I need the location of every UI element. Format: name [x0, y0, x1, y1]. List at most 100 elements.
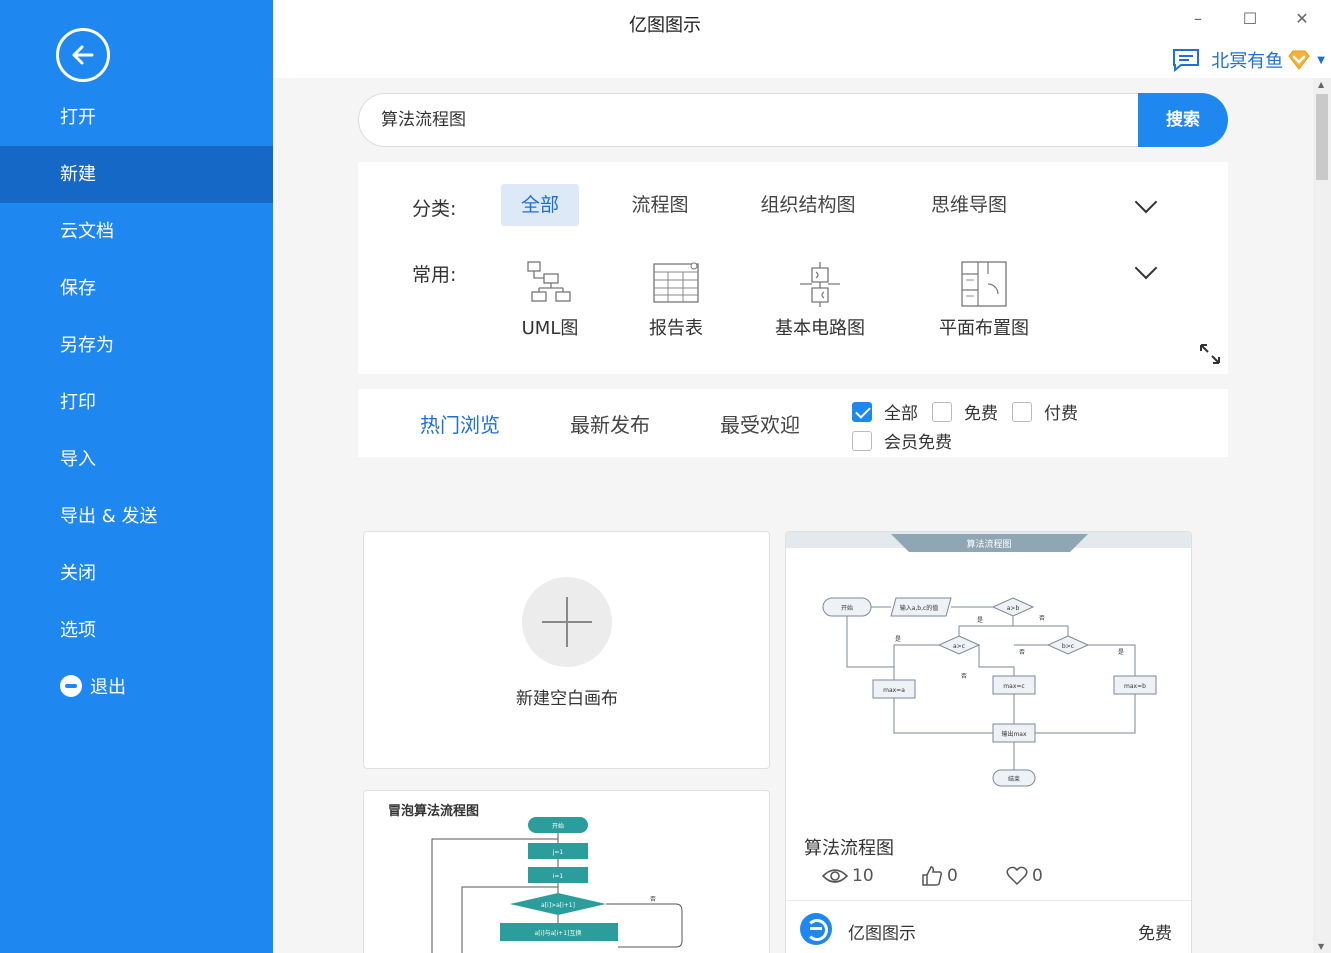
filter-member-free-checkbox[interactable]: 会员免费 — [852, 428, 952, 453]
thumb-node: max=c — [1003, 683, 1024, 690]
thumb-edge-label: 否 — [1039, 615, 1045, 622]
new-blank-canvas-card[interactable]: 新建空白画布 — [363, 531, 770, 769]
thumb-node: a>c — [953, 643, 965, 650]
tab-all[interactable]: 全部 — [501, 184, 579, 226]
filter-free-label: 免费 — [964, 404, 998, 424]
checkbox-icon[interactable] — [852, 430, 872, 451]
maximize-button[interactable]: ☐ — [1235, 6, 1265, 32]
favorites-stat[interactable]: 0 — [1006, 866, 1043, 886]
bubble-node: 开始 — [552, 822, 564, 830]
vertical-scrollbar[interactable]: ▲ ▼ — [1313, 78, 1331, 953]
thumb-node: 开始 — [841, 604, 853, 612]
fullscreen-icon[interactable] — [1198, 342, 1222, 366]
bubble-title: 冒泡算法流程图 — [388, 803, 479, 819]
template-title[interactable]: 算法流程图 — [804, 834, 894, 860]
tab-org-chart[interactable]: 组织结构图 — [746, 184, 870, 226]
filter-free-checkbox[interactable]: 免费 — [932, 399, 998, 424]
filter-member-free-label: 会员免费 — [884, 433, 952, 453]
sidebar-item-exit[interactable]: 退出 — [0, 659, 273, 716]
sidebar-item-close[interactable]: 关闭 — [0, 545, 273, 602]
sidebar-menu: 打开 新建 云文档 保存 另存为 打印 导入 导出 & 发送 关闭 选项 退出 — [0, 89, 273, 716]
filter-all-checkbox[interactable]: 全部 — [852, 399, 918, 424]
category-panel: 分类: 全部 流程图 组织结构图 思维导图 常用: UML图 报告表 基本电路图… — [358, 162, 1228, 374]
filter-paid-checkbox[interactable]: 付费 — [1012, 399, 1078, 424]
sidebar-item-import[interactable]: 导入 — [0, 431, 273, 488]
common-expand-chevron-icon[interactable] — [1134, 256, 1158, 280]
thumb-edge-label: 否 — [1019, 649, 1025, 656]
sidebar-item-new[interactable]: 新建 — [0, 146, 273, 203]
bubble-node: a[i]与a[i+1]互换 — [535, 929, 582, 937]
tab-popular[interactable]: 最受欢迎 — [720, 409, 800, 438]
edraw-logo-icon — [800, 913, 832, 945]
message-icon[interactable] — [1171, 47, 1203, 73]
filter-panel: 热门浏览 最新发布 最受欢迎 全部 免费 付费 会员免费 — [358, 389, 1228, 457]
checkbox-checked-icon[interactable] — [852, 401, 872, 422]
favorites-count: 0 — [1032, 866, 1043, 886]
bubble-node: i=1 — [553, 873, 564, 880]
common-report[interactable]: 报告表 — [616, 258, 736, 340]
sidebar-item-cloud[interactable]: 云文档 — [0, 203, 273, 260]
plus-icon[interactable] — [522, 577, 612, 667]
thumb-edge-label: 是 — [1118, 649, 1124, 656]
thumb-node: max=a — [883, 687, 905, 694]
filter-all-label: 全部 — [884, 404, 918, 424]
likes-stat[interactable]: 0 — [921, 866, 958, 886]
bubble-node: a[i]>a[i+1] — [541, 902, 575, 909]
exit-icon — [60, 675, 82, 697]
heart-icon[interactable] — [1006, 866, 1028, 886]
scroll-down-icon[interactable]: ▼ — [1318, 942, 1324, 951]
search-input[interactable]: 算法流程图 — [358, 93, 1140, 147]
common-circuit[interactable]: 基本电路图 — [760, 258, 880, 340]
thumb-node: a>b — [1007, 605, 1020, 612]
tab-hot[interactable]: 热门浏览 — [420, 409, 500, 438]
user-area[interactable]: 北冥有鱼 ▼ — [1171, 46, 1325, 74]
common-uml[interactable]: UML图 — [490, 258, 610, 340]
thumb-node: b>c — [1062, 643, 1074, 650]
checkbox-icon[interactable] — [932, 401, 952, 422]
sidebar-item-open[interactable]: 打开 — [0, 89, 273, 146]
scrollbar-thumb[interactable] — [1316, 94, 1328, 180]
sidebar-item-save[interactable]: 保存 — [0, 260, 273, 317]
search-button[interactable]: 搜索 — [1138, 93, 1228, 147]
scroll-up-icon[interactable]: ▲ — [1318, 80, 1324, 89]
eye-icon — [822, 869, 848, 883]
common-uml-label: UML图 — [521, 318, 579, 339]
sidebar-item-options[interactable]: 选项 — [0, 602, 273, 659]
user-name[interactable]: 北冥有鱼 — [1211, 47, 1283, 73]
template-thumbnail[interactable]: 算法流程图 开始 输入a,b,c的值 a>b a>c b>c max=a max… — [786, 532, 1192, 818]
common-report-label: 报告表 — [649, 318, 703, 339]
sidebar-item-save-as[interactable]: 另存为 — [0, 317, 273, 374]
views-count: 10 — [852, 866, 874, 886]
bubble-sort-thumbnail[interactable]: 冒泡算法流程图 开始 j=1 i=1 a[i]>a[i+1] a[i]与a[i+… — [364, 791, 770, 953]
category-label: 分类: — [412, 198, 457, 220]
thumbs-up-icon[interactable] — [921, 866, 943, 886]
report-table-icon — [653, 262, 699, 303]
floor-plan-icon — [961, 261, 1007, 307]
sidebar-item-export[interactable]: 导出 & 发送 — [0, 488, 273, 545]
back-arrow-icon[interactable] — [56, 28, 110, 82]
thumb-node: 输入a,b,c的值 — [900, 604, 939, 612]
circuit-icon — [800, 262, 840, 307]
new-blank-canvas-label: 新建空白画布 — [516, 689, 618, 709]
uml-icon — [527, 261, 571, 302]
checkbox-icon[interactable] — [1012, 401, 1032, 422]
category-expand-chevron-icon[interactable] — [1134, 190, 1158, 214]
tab-mind-map[interactable]: 思维导图 — [914, 184, 1024, 226]
price-badge: 免费 — [1138, 924, 1172, 944]
template-card[interactable]: 算法流程图 开始 输入a,b,c的值 a>b a>c b>c max=a max… — [785, 531, 1192, 953]
tab-newest[interactable]: 最新发布 — [570, 409, 650, 438]
thumb-banner: 算法流程图 — [966, 538, 1011, 550]
sidebar-item-print[interactable]: 打印 — [0, 374, 273, 431]
app-title: 亿图图示 — [629, 15, 701, 36]
tab-flowchart[interactable]: 流程图 — [614, 184, 706, 226]
chevron-down-icon[interactable]: ▼ — [1317, 55, 1325, 66]
author-name[interactable]: 亿图图示 — [848, 919, 916, 944]
close-button[interactable]: ✕ — [1287, 6, 1317, 32]
thumb-edge-label: 是 — [977, 617, 983, 624]
template-card-bubble-sort[interactable]: 冒泡算法流程图 开始 j=1 i=1 a[i]>a[i+1] a[i]与a[i+… — [363, 790, 770, 953]
thumb-edge-label: 否 — [961, 673, 967, 680]
bubble-node: j=1 — [552, 849, 564, 856]
minimize-button[interactable]: – — [1183, 6, 1213, 32]
common-floorplan[interactable]: 平面布置图 — [924, 258, 1044, 340]
sidebar-item-exit-label: 退出 — [90, 677, 126, 698]
